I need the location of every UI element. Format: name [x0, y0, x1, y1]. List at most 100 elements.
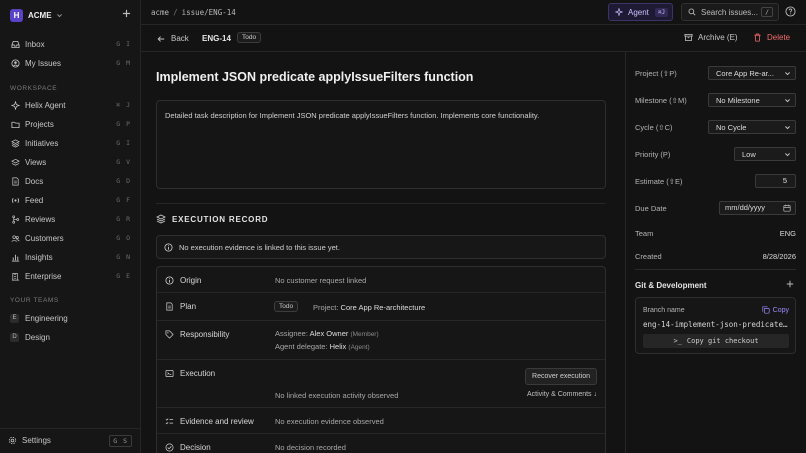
stack-icon: [10, 157, 20, 167]
divider: [156, 203, 606, 204]
recover-execution-button[interactable]: Recover execution: [525, 368, 597, 385]
info-icon: [164, 242, 173, 252]
due-date-placeholder: mm/dd/yyyy: [725, 203, 766, 212]
search-icon: [688, 8, 696, 16]
execution-record-card: Origin No customer request linked Plan T…: [156, 266, 606, 453]
sidebar-item-inbox[interactable]: Inbox G I: [10, 38, 131, 50]
issue-main: Implement JSON predicate applyIssueFilte…: [141, 52, 625, 453]
search-button[interactable]: Search issues... /: [681, 3, 779, 21]
notice-text: No execution evidence is linked to this …: [179, 242, 340, 252]
git-development-heading: Git & Development: [635, 280, 796, 290]
help-icon[interactable]: [785, 6, 796, 17]
sidebar-item-label: Helix Agent: [25, 100, 66, 110]
sidebar-item-my-issues[interactable]: My Issues G M: [10, 57, 131, 69]
shortcut-hint: G M: [116, 59, 131, 67]
record-label: Plan: [165, 302, 196, 311]
execution-label: Execution: [180, 369, 216, 378]
decision-label: Decision: [180, 443, 211, 452]
layers-icon: [156, 214, 166, 224]
sidebar-item-label: Reviews: [25, 214, 56, 224]
chevron-down-icon: [784, 97, 791, 104]
sidebar-item-reviews[interactable]: Reviews G R: [10, 213, 131, 225]
activity-comments-link[interactable]: Activity & Comments ↓: [527, 391, 597, 398]
record-label: Execution: [165, 369, 215, 378]
sidebar-item-label: Views: [25, 157, 47, 167]
priority-select[interactable]: Low: [734, 147, 796, 161]
evidence-label: Evidence and review: [180, 417, 254, 426]
tag-icon: [165, 330, 174, 339]
estimate-input[interactable]: 5: [755, 174, 796, 188]
gear-icon: [8, 436, 17, 445]
assignee-line: Assignee: Alex Owner (Member): [275, 329, 379, 338]
delete-button[interactable]: Delete: [753, 33, 790, 42]
add-plus-icon[interactable]: [786, 280, 794, 288]
agent-button[interactable]: Agent ⌘J: [608, 3, 673, 21]
record-row-decision: Decision No decision recorded: [157, 434, 605, 453]
copy-git-checkout-button[interactable]: >_ Copy git checkout: [643, 334, 789, 348]
issue-description[interactable]: Detailed task description for Implement …: [156, 100, 606, 189]
property-estimate: Estimate (⇧E) 5: [635, 174, 796, 188]
settings-button[interactable]: Settings: [8, 436, 51, 445]
workspace-section-label: WORKSPACE: [10, 85, 58, 92]
arrow-left-icon: [157, 35, 165, 43]
milestone-select[interactable]: No Milestone: [708, 93, 796, 107]
sidebar-item-views[interactable]: Views G V: [10, 156, 131, 168]
sidebar-item-docs[interactable]: Docs G D: [10, 175, 131, 187]
new-issue-plus-icon[interactable]: [122, 9, 131, 18]
breadcrumb-separator: /: [173, 8, 178, 17]
sidebar-item-enterprise[interactable]: Enterprise G E: [10, 270, 131, 282]
branch-name-value: eng-14-implement-json-predicate-applyiss…: [643, 320, 791, 329]
trash-icon: [753, 33, 762, 42]
layers-icon: [10, 138, 20, 148]
plan-project: Project: Core App Re-architecture: [313, 303, 425, 312]
shortcut-hint: G R: [116, 215, 131, 223]
shortcut-hint: G F: [116, 196, 131, 204]
project-select[interactable]: Core App Re-ar...: [708, 66, 796, 80]
sidebar-item-feed[interactable]: Feed G F: [10, 194, 131, 206]
milestone-select-value: No Milestone: [716, 95, 760, 105]
property-label: Milestone (⇧M): [635, 95, 687, 105]
sidebar-item-initiatives[interactable]: Initiatives G I: [10, 137, 131, 149]
archive-button[interactable]: Archive (E): [684, 33, 738, 42]
sidebar-item-helix-agent[interactable]: Helix Agent ⌘ J: [10, 99, 131, 111]
created-value: 8/28/2026: [762, 251, 796, 261]
team-badge: E: [10, 313, 19, 323]
git-merge-icon: [10, 214, 20, 224]
breadcrumb-root[interactable]: acme: [151, 8, 169, 17]
assignee-name[interactable]: Alex Owner: [310, 329, 349, 338]
sidebar-item-customers[interactable]: Customers G O: [10, 232, 131, 244]
delegate-name[interactable]: Helix: [330, 342, 347, 351]
shortcut-hint: G D: [116, 177, 131, 185]
back-button[interactable]: Back: [157, 34, 189, 43]
plan-project-name[interactable]: Core App Re-architecture: [341, 303, 426, 312]
archive-label: Archive (E): [698, 33, 738, 42]
sidebar-item-label: Design: [25, 332, 50, 342]
plan-project-prefix: Project:: [313, 303, 339, 312]
git-branch-card: Branch name Copy eng-14-implement-json-p…: [635, 297, 796, 354]
copy-branch-button[interactable]: Copy: [762, 306, 789, 314]
record-label: Origin: [165, 276, 201, 285]
delete-label: Delete: [767, 33, 791, 42]
decision-value: No decision recorded: [275, 443, 346, 452]
responsibility-label: Responsibility: [180, 330, 230, 339]
due-date-input[interactable]: mm/dd/yyyy: [719, 201, 796, 215]
execution-value: No linked execution activity observed: [275, 391, 399, 400]
sidebar-item-team-engineering[interactable]: E Engineering: [10, 312, 131, 324]
property-label: Estimate (⇧E): [635, 176, 683, 186]
shortcut-hint: G E: [116, 272, 131, 280]
property-label: Created: [635, 251, 662, 261]
property-label: Team: [635, 228, 654, 238]
calendar-icon[interactable]: [783, 204, 791, 212]
workspace-switcher[interactable]: H ACME: [10, 8, 135, 22]
record-row-execution: Execution Recover execution No linked ex…: [157, 360, 605, 408]
cycle-select[interactable]: No Cycle: [708, 120, 796, 134]
settings-label: Settings: [22, 436, 51, 445]
document-icon: [10, 176, 20, 186]
sidebar-item-team-design[interactable]: D Design: [10, 331, 131, 343]
issue-title[interactable]: Implement JSON predicate applyIssueFilte…: [156, 70, 473, 84]
sidebar-footer: Settings G S: [0, 428, 140, 453]
status-badge[interactable]: Todo: [237, 32, 262, 43]
sidebar-item-insights[interactable]: Insights G N: [10, 251, 131, 263]
sparkle-icon: [10, 100, 20, 110]
sidebar-item-projects[interactable]: Projects G P: [10, 118, 131, 130]
